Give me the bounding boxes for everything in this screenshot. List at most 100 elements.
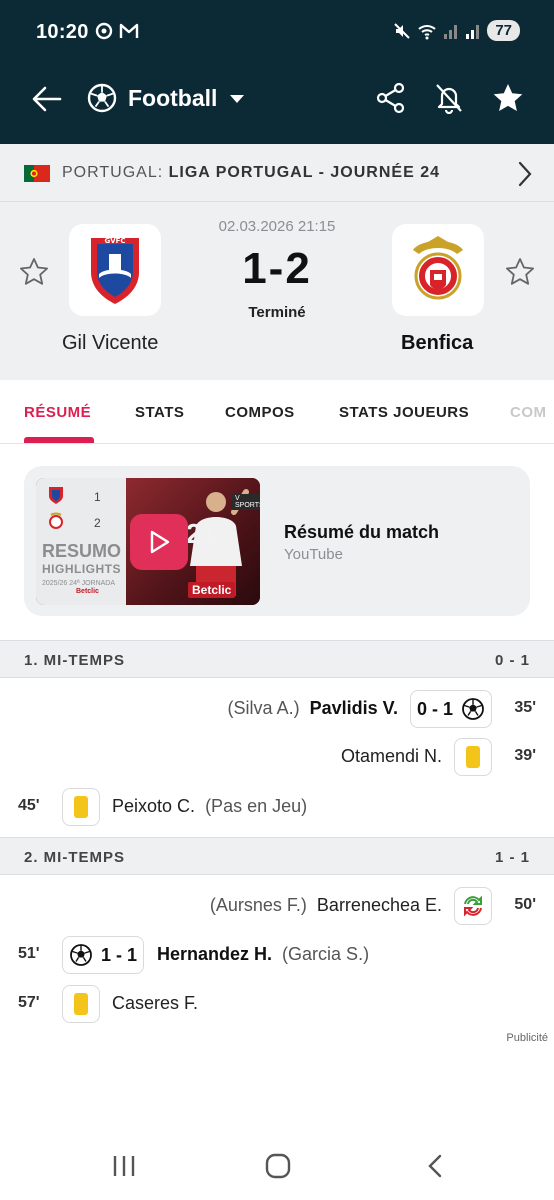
video-source: YouTube [284, 546, 343, 563]
tab-compos[interactable]: COMPOS [225, 404, 295, 421]
league-bar[interactable]: PORTUGAL: LIGA PORTUGAL - JOURNÉE 24 [0, 144, 554, 202]
star-icon[interactable] [492, 82, 524, 114]
app-bar: Football [0, 64, 554, 144]
match-status: Terminé [248, 304, 306, 321]
event-substitution-away[interactable]: (Aursnes F.) Barrenechea E. 50' [0, 882, 554, 930]
event-player: Hernandez H. [157, 944, 273, 964]
event-minute: 39' [514, 747, 536, 764]
goal-score-box: 1 - 1 [62, 936, 145, 974]
yellow-card-icon [74, 796, 88, 818]
goal-score-box: 0 - 1 [409, 690, 492, 728]
thumb-resumo: RESUMO [42, 541, 122, 561]
section-first-half: 1. MI-TEMPS 0 - 1 [0, 640, 554, 678]
event-text: Hernandez H. (Garcia S.) [157, 944, 369, 965]
favorite-away-star-icon[interactable] [504, 256, 536, 288]
event-assist: (Silva A.) [227, 698, 300, 718]
event-text: Peixoto C. (Pas en Jeu) [112, 796, 307, 817]
event-minute: 35' [514, 699, 536, 716]
match-header: GVFC 02.03.2026 21:15 1-2 Terminé Gil Vi… [0, 202, 554, 380]
card-box [454, 738, 492, 776]
system-nav-bar [0, 1134, 554, 1200]
tab-bar: RÉSUMÉ STATS COMPOS STATS JOUEURS COM [0, 380, 554, 444]
section-second-half: 2. MI-TEMPS 1 - 1 [0, 837, 554, 875]
signal-2-icon [466, 24, 480, 39]
event-goal-away[interactable]: (Silva A.) Pavlidis V. 0 - 1 35' [0, 685, 554, 733]
mute-icon [394, 22, 411, 39]
substitution-icon [464, 895, 482, 917]
yellow-card-icon [466, 746, 480, 768]
goal-score: 1 - 1 [101, 944, 138, 965]
status-bar: 10:20 77 [0, 0, 554, 64]
thumb-away-score: 2 [94, 516, 101, 530]
thumb-season: 2025/26 24ª JORNADA [42, 580, 116, 587]
back-arrow-icon[interactable] [30, 82, 64, 116]
event-player: Caseres F. [112, 993, 199, 1013]
dropdown-caret-icon [230, 95, 245, 103]
wifi-icon [418, 24, 436, 39]
event-card-home[interactable]: 45' Peixoto C. (Pas en Jeu) [0, 783, 554, 831]
event-text: (Aursnes F.) Barrenechea E. [210, 895, 442, 916]
video-title: Résumé du match [284, 522, 440, 542]
home-icon[interactable] [264, 1152, 292, 1180]
thumb-channel-badge: V SPORTS [232, 494, 260, 510]
sport-label: Football [128, 84, 218, 111]
battery-badge: 77 [487, 20, 520, 41]
status-left-icons [95, 22, 139, 40]
signal-icon [444, 24, 458, 39]
event-player: Peixoto C. [112, 796, 196, 816]
bell-off-icon[interactable] [434, 82, 464, 114]
status-right-icons: 77 [393, 20, 520, 41]
video-thumbnail[interactable]: 1 2 RESUMO HIGHLIGHTS 2025/26 24ª JORNAD… [36, 478, 260, 605]
thumb-home-crest-icon [49, 487, 63, 504]
section-title: 2. MI-TEMPS [24, 849, 126, 866]
chevron-right-icon [518, 161, 532, 187]
play-button[interactable] [130, 514, 188, 570]
event-card-home[interactable]: 57' Caseres F. [0, 980, 554, 1028]
home-team-name[interactable]: Gil Vicente [62, 332, 158, 355]
card-box [62, 788, 100, 826]
event-goal-home[interactable]: 51' 1 - 1 Hernandez H. (Garcia S.) [0, 931, 554, 979]
event-detail: (Pas en Jeu) [205, 796, 308, 816]
nav-back-icon[interactable] [422, 1152, 450, 1180]
tab-stats[interactable]: STATS [135, 404, 184, 421]
sport-selector[interactable]: Football [86, 82, 247, 114]
event-player: Barrenechea E. [316, 895, 442, 915]
match-score: 1-2 [242, 244, 312, 293]
event-text: Caseres F. [112, 993, 198, 1014]
tab-resume[interactable]: RÉSUMÉ [24, 404, 91, 421]
video-card[interactable]: 1 2 RESUMO HIGHLIGHTS 2025/26 24ª JORNAD… [24, 466, 530, 616]
tab-stats-joueurs[interactable]: STATS JOUEURS [339, 404, 469, 421]
league-country: PORTUGAL: [62, 164, 164, 181]
share-icon[interactable] [376, 82, 406, 114]
soccer-ball-icon [462, 698, 484, 720]
event-card-away[interactable]: Otamendi N. 39' [0, 733, 554, 781]
gmail-icon [119, 23, 139, 38]
event-text: Otamendi N. [341, 746, 442, 767]
active-tab-indicator [24, 437, 94, 443]
event-minute: 45' [18, 797, 40, 814]
thumb-score-panel: 1 2 RESUMO HIGHLIGHTS 2025/26 24ª JORNAD… [36, 478, 126, 605]
thumb-sponsor-small: Betclic [76, 588, 99, 595]
status-time: 10:20 [36, 21, 89, 43]
play-icon [150, 530, 170, 554]
substitution-box [454, 887, 492, 925]
card-box [62, 985, 100, 1023]
league-competition: LIGA PORTUGAL - JOURNÉE 24 [168, 164, 440, 181]
event-player: Pavlidis V. [309, 698, 398, 718]
event-minute: 51' [18, 945, 40, 962]
section-score: 0 - 1 [494, 652, 530, 669]
soccer-ball-icon [70, 944, 92, 966]
portugal-flag-icon [24, 165, 50, 182]
app-bar-actions [376, 82, 524, 114]
thumb-home-score: 1 [94, 490, 101, 504]
recent-apps-icon[interactable] [110, 1152, 138, 1180]
yellow-card-icon [74, 993, 88, 1015]
event-minute: 57' [18, 994, 40, 1011]
thumb-away-crest-icon [49, 512, 63, 529]
ad-label: Publicité [506, 1032, 548, 1044]
goal-score: 0 - 1 [416, 698, 453, 719]
soccer-ball-icon [87, 83, 117, 113]
section-score: 1 - 1 [494, 849, 530, 866]
away-team-name[interactable]: Benfica [401, 332, 473, 355]
tab-commentaires[interactable]: COM [510, 404, 547, 421]
